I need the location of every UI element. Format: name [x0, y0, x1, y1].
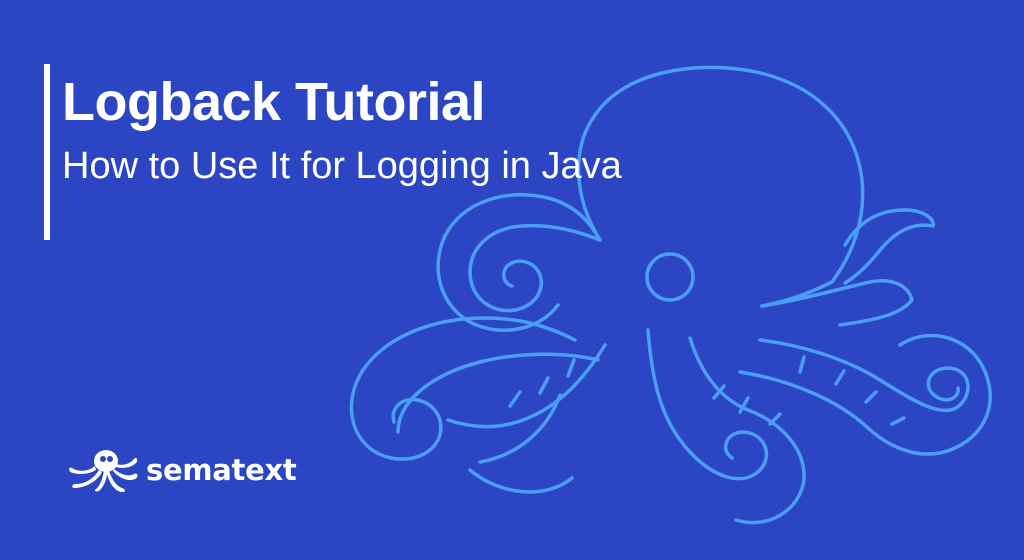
- page-subtitle: How to Use It for Logging in Java: [62, 145, 622, 187]
- accent-bar: [44, 64, 50, 240]
- brand-name: sematext: [146, 453, 297, 487]
- banner: Logback Tutorial How to Use It for Loggi…: [0, 0, 1024, 560]
- page-title: Logback Tutorial: [62, 72, 486, 132]
- octopus-logo-icon: [69, 450, 138, 492]
- brand: sematext: [66, 448, 297, 492]
